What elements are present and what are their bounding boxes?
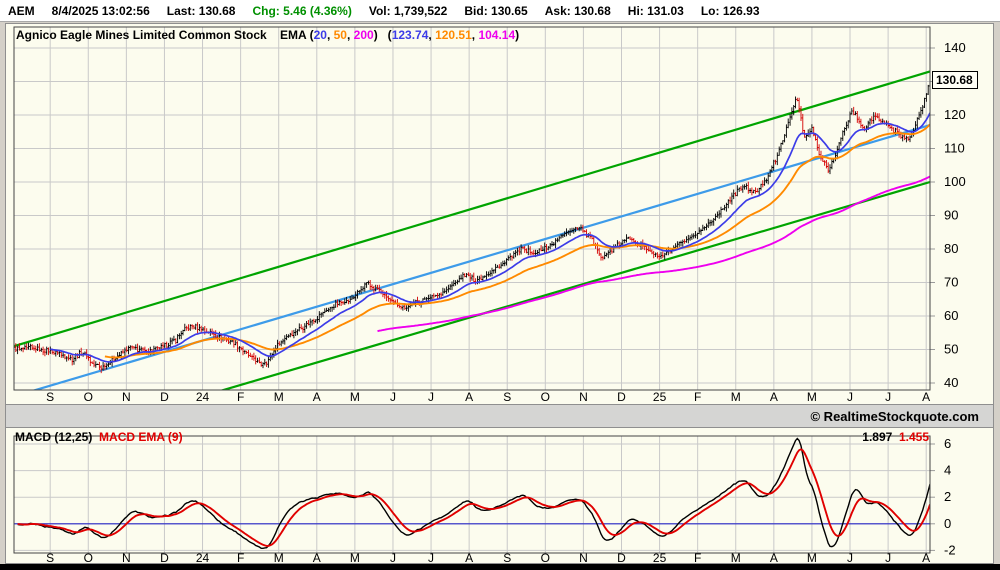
quote-item: Chg: 5.46 (4.36%) — [252, 3, 352, 18]
svg-text:D: D — [160, 390, 169, 404]
text-part: 104.14 — [478, 28, 516, 42]
svg-text:24: 24 — [196, 390, 210, 404]
svg-text:A: A — [770, 390, 778, 404]
svg-text:60: 60 — [944, 308, 958, 323]
price-chart-canvas: 140130120110100908070605040SOND24FMAMJJA… — [13, 26, 966, 404]
quote-item: Last: 130.68 — [166, 3, 236, 18]
chart-title: Agnico Eagle Mines Limited Common Stock … — [16, 28, 519, 42]
svg-text:50: 50 — [944, 342, 958, 357]
svg-text:-2: -2 — [944, 542, 956, 557]
svg-text:6: 6 — [944, 436, 951, 451]
text-part: 20 — [313, 28, 327, 42]
quote-items: Last: 130.68 Chg: 5.46 (4.36%) Vol: 1,739,… — [167, 4, 760, 18]
macd-panel: MACD (12,25) MACD EMA (9) 1.897 1.455 6 4… — [5, 427, 994, 564]
main-price-chart: Agnico Eagle Mines Limited Common Stock … — [5, 23, 994, 405]
quote-item: Ask: 130.68 — [544, 3, 611, 18]
text-part: EMA ( — [266, 28, 314, 42]
macd-chart-canvas: 6420-2S O N D 24 F M A M J J A S O N D 25 F M A M J J A — [13, 435, 956, 563]
svg-text:80: 80 — [944, 241, 958, 256]
svg-text:J: J — [428, 390, 434, 404]
text-part: , — [326, 28, 334, 42]
quote-timestamp: 8/4/2025 13:02:56 — [51, 3, 150, 18]
text-part: , — [346, 28, 354, 42]
svg-text:O: O — [541, 390, 550, 404]
text-part: MACD EMA (9) — [99, 430, 183, 444]
text-part: 50 — [333, 28, 347, 42]
text-part: ) — [515, 28, 520, 42]
text-part: Agnico Eagle Mines Limited Common Stock — [16, 28, 267, 42]
macd-legend: MACD (12,25) MACD EMA (9) — [15, 430, 183, 444]
svg-text:S: S — [503, 390, 511, 404]
svg-text:0: 0 — [944, 516, 951, 531]
svg-text:F: F — [237, 390, 244, 404]
svg-text:M: M — [731, 390, 741, 404]
quote-item: Bid: 130.65 — [464, 3, 528, 18]
svg-text:2: 2 — [944, 489, 951, 504]
text-part: 1.455 — [898, 430, 929, 444]
svg-text:110: 110 — [944, 141, 965, 156]
svg-text:A: A — [313, 390, 321, 404]
svg-text:J: J — [390, 390, 396, 404]
quote-item: Vol: 1,739,522 — [368, 3, 448, 18]
svg-text:25: 25 — [653, 390, 667, 404]
bottom-border-bar — [0, 564, 1000, 570]
macd-values: 1.897 1.455 — [862, 430, 929, 444]
last-price-tag: 130.68 — [932, 71, 978, 89]
svg-text:M: M — [274, 390, 284, 404]
svg-text:120: 120 — [944, 107, 966, 122]
text-part: 120.51 — [435, 28, 472, 42]
svg-text:A: A — [465, 390, 473, 404]
svg-text:140: 140 — [944, 40, 966, 55]
svg-text:70: 70 — [944, 275, 958, 290]
svg-text:J: J — [847, 390, 853, 404]
watermark-text: © RealtimeStockquote.com — [810, 408, 979, 424]
quote-item: Hi: 131.03 — [627, 3, 684, 18]
svg-text:100: 100 — [944, 174, 966, 189]
text-part: 200 — [353, 28, 374, 42]
text-part: MACD (12,25) — [15, 430, 100, 444]
text-part: ) ( — [373, 28, 392, 42]
svg-text:A: A — [922, 390, 930, 404]
stock-chart-app: { "quote_bar": { "symbol": "AEM", "times… — [0, 0, 1000, 570]
quote-bar: AEM 8/4/2025 13:02:56 Last: 130.68 Chg: 5… — [0, 0, 1000, 22]
text-part: 1.897 — [862, 430, 899, 444]
svg-text:M: M — [807, 390, 817, 404]
text-part: 123.74 — [391, 28, 429, 42]
svg-text:M: M — [350, 390, 360, 404]
symbol-label: AEM — [8, 3, 35, 18]
svg-text:D: D — [617, 390, 626, 404]
svg-text:F: F — [694, 390, 701, 404]
svg-text:O: O — [84, 390, 93, 404]
svg-text:40: 40 — [944, 375, 958, 390]
svg-text:90: 90 — [944, 208, 958, 223]
watermark-band: © RealtimeStockquote.com — [5, 405, 994, 427]
svg-text:J: J — [885, 390, 891, 404]
svg-text:S: S — [46, 390, 54, 404]
svg-text:4: 4 — [944, 463, 951, 478]
quote-item: Lo: 126.93 — [700, 3, 760, 18]
svg-text:N: N — [579, 390, 588, 404]
svg-text:N: N — [122, 390, 131, 404]
